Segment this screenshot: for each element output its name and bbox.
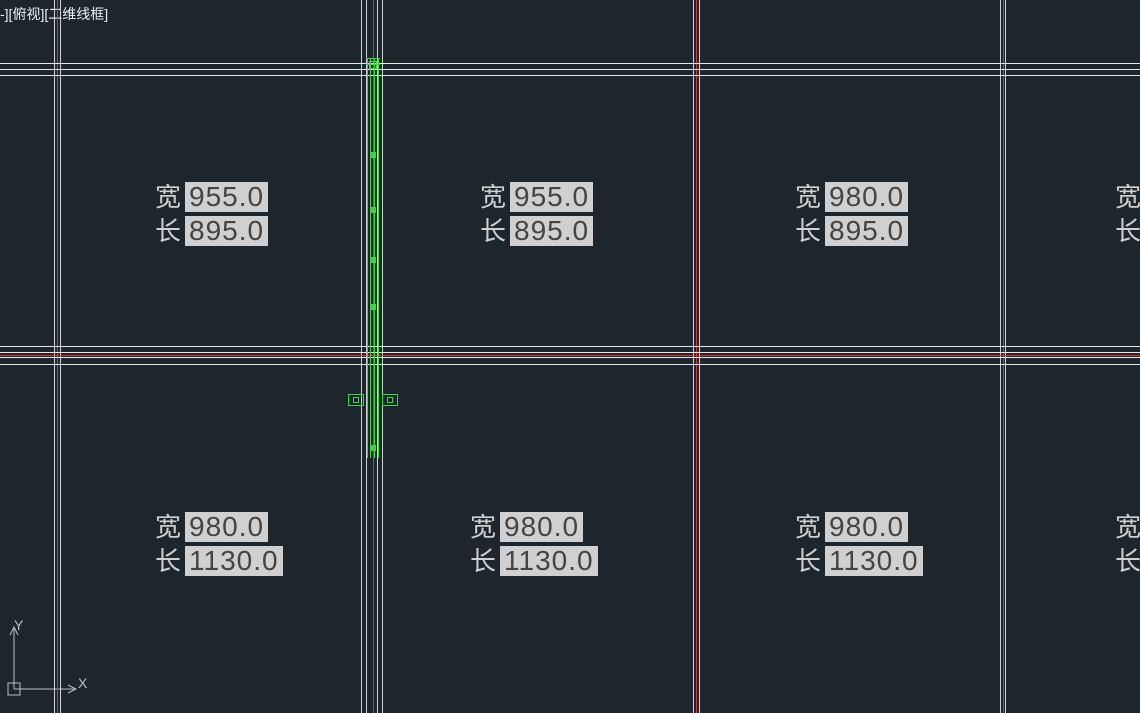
- width-label: 宽: [1115, 180, 1140, 214]
- selected-edge[interactable]: [378, 58, 379, 458]
- panel-dimension[interactable]: 宽长: [1115, 180, 1140, 248]
- width-label: 宽: [795, 180, 821, 214]
- ucs-x-label: X: [78, 675, 87, 691]
- panel-dimension[interactable]: 宽980.0长1130.0: [470, 510, 598, 578]
- length-value[interactable]: 895.0: [825, 216, 908, 246]
- width-value[interactable]: 980.0: [500, 512, 583, 542]
- width-value[interactable]: 980.0: [185, 512, 268, 542]
- length-label: 长: [480, 214, 506, 248]
- length-value[interactable]: 1130.0: [185, 546, 283, 576]
- grip-point[interactable]: [370, 257, 376, 263]
- grip-point[interactable]: [370, 304, 376, 310]
- panel-dimension[interactable]: 宽980.0长1130.0: [795, 510, 923, 578]
- length-label: 长: [1115, 544, 1140, 578]
- width-label: 宽: [155, 180, 181, 214]
- grid-hline[interactable]: [0, 364, 1140, 365]
- length-value[interactable]: 1130.0: [825, 546, 923, 576]
- panel-dimension[interactable]: 宽980.0长1130.0: [155, 510, 283, 578]
- length-value[interactable]: 895.0: [185, 216, 268, 246]
- grid-hline[interactable]: [0, 63, 1140, 64]
- grid-hline[interactable]: [0, 357, 1140, 358]
- width-label: 宽: [480, 180, 506, 214]
- grid-hline[interactable]: [0, 75, 1140, 76]
- grid-hline-red[interactable]: [0, 355, 1140, 356]
- grip-point[interactable]: [370, 207, 376, 213]
- length-value[interactable]: 895.0: [510, 216, 593, 246]
- ucs-icon[interactable]: Y X: [4, 619, 84, 699]
- width-value[interactable]: 980.0: [825, 182, 908, 212]
- length-label: 长: [470, 544, 496, 578]
- selected-edge[interactable]: [367, 58, 368, 458]
- length-label: 长: [795, 214, 821, 248]
- panel-dimension[interactable]: 宽955.0长895.0: [480, 180, 593, 248]
- width-label: 宽: [795, 510, 821, 544]
- panel-dimension[interactable]: 宽980.0长895.0: [795, 180, 908, 248]
- bracket[interactable]: [382, 394, 398, 406]
- length-value[interactable]: 1130.0: [500, 546, 598, 576]
- bracket[interactable]: [348, 394, 364, 406]
- length-label: 长: [155, 544, 181, 578]
- length-label: 长: [795, 544, 821, 578]
- grid-hline[interactable]: [0, 69, 1140, 70]
- panel-dimension[interactable]: 宽长: [1115, 510, 1140, 578]
- grid-hline[interactable]: [0, 346, 1140, 347]
- grip-point[interactable]: [370, 445, 376, 451]
- ucs-y-label: Y: [14, 617, 23, 633]
- cad-viewport[interactable]: -][俯视][二维线框] Y X 宽955.0长895.0宽955.0长895.…: [0, 0, 1140, 713]
- width-label: 宽: [470, 510, 496, 544]
- grid-hline[interactable]: [0, 352, 1140, 353]
- width-label: 宽: [1115, 510, 1140, 544]
- width-value[interactable]: 980.0: [825, 512, 908, 542]
- panel-dimension[interactable]: 宽955.0长895.0: [155, 180, 268, 248]
- grip-point[interactable]: [370, 152, 376, 158]
- selected-edge[interactable]: [366, 58, 380, 59]
- grip-point[interactable]: [369, 61, 377, 69]
- width-value[interactable]: 955.0: [510, 182, 593, 212]
- width-value[interactable]: 955.0: [185, 182, 268, 212]
- length-label: 长: [155, 214, 181, 248]
- length-label: 长: [1115, 214, 1140, 248]
- width-label: 宽: [155, 510, 181, 544]
